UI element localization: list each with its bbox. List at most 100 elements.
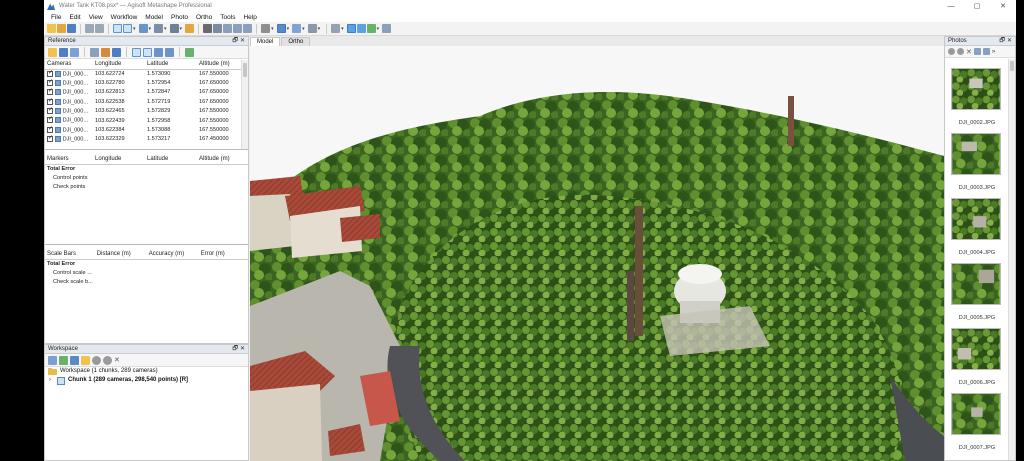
camera-checkbox[interactable] bbox=[47, 97, 53, 105]
camera-checkbox[interactable] bbox=[47, 106, 53, 115]
cameras-dropdown-icon[interactable]: ▾ bbox=[341, 26, 344, 32]
chunk-item[interactable]: › Chunk 1 (289 cameras, 298,540 points) … bbox=[45, 376, 248, 385]
col-latitude[interactable]: Latitude bbox=[145, 60, 197, 69]
point-cloud-dropdown-icon[interactable]: ▾ bbox=[271, 26, 274, 32]
region-dropdown-icon[interactable]: ▾ bbox=[377, 26, 380, 32]
expand-arrow-icon[interactable]: › bbox=[49, 376, 57, 385]
optimize-cameras-icon[interactable] bbox=[90, 47, 99, 57]
camera-checkbox[interactable] bbox=[47, 78, 53, 86]
col-accuracy[interactable]: Accuracy (m) bbox=[147, 250, 199, 259]
close-panel-icon[interactable]: ✕ bbox=[240, 345, 245, 354]
maximize-button[interactable]: ▢ bbox=[964, 2, 990, 10]
show-markers-icon[interactable] bbox=[346, 24, 356, 33]
filter-icon[interactable] bbox=[185, 47, 194, 57]
menu-tools[interactable]: Tools bbox=[216, 14, 239, 21]
col-cameras[interactable]: Cameras bbox=[45, 60, 93, 69]
photos-scrollbar[interactable] bbox=[1008, 59, 1015, 460]
menu-model[interactable]: Model bbox=[141, 14, 167, 21]
new-project-icon[interactable] bbox=[47, 24, 56, 33]
col-markers[interactable]: Markers bbox=[45, 155, 93, 164]
add-chunk-icon[interactable] bbox=[48, 355, 57, 365]
photo-thumbnail[interactable]: DJI_0003.JPG bbox=[951, 133, 1003, 191]
menu-help[interactable]: Help bbox=[239, 14, 260, 21]
rectangle-selection-icon[interactable] bbox=[123, 24, 132, 33]
enable-icon[interactable] bbox=[92, 355, 101, 365]
add-folder-icon[interactable] bbox=[70, 355, 79, 365]
camera-checkbox[interactable] bbox=[47, 125, 53, 133]
tab-ortho[interactable]: Ortho bbox=[281, 37, 311, 46]
draw-shape-icon[interactable] bbox=[185, 24, 195, 33]
undock-icon[interactable]: 🗗 bbox=[232, 345, 238, 354]
enable-camera-icon[interactable] bbox=[948, 48, 955, 55]
col-marker-altitude[interactable]: Altitude (m) bbox=[197, 155, 248, 164]
import-reference-icon[interactable] bbox=[48, 47, 57, 57]
open-project-icon[interactable] bbox=[57, 24, 66, 33]
crop-selection-icon[interactable] bbox=[213, 24, 223, 33]
col-longitude[interactable]: Longitude bbox=[93, 60, 145, 69]
tab-model[interactable]: Model bbox=[250, 37, 281, 46]
table-row[interactable]: DJI_000... 103.622465 1.572829 167.55000… bbox=[45, 106, 248, 116]
delete-selection-icon[interactable] bbox=[203, 24, 213, 33]
zoom-in-icon[interactable] bbox=[223, 24, 233, 33]
photo-thumbnail[interactable]: DJI_0002.JPG bbox=[951, 68, 1003, 126]
cameras-scrollbar[interactable] bbox=[241, 60, 248, 149]
edit-reference-icon[interactable] bbox=[101, 47, 110, 57]
camera-checkbox[interactable] bbox=[47, 69, 53, 77]
redo-icon[interactable] bbox=[95, 24, 104, 33]
point-cloud-icon[interactable] bbox=[261, 24, 271, 33]
close-panel-icon[interactable]: ✕ bbox=[240, 37, 245, 46]
menu-photo[interactable]: Photo bbox=[167, 14, 192, 21]
table-row[interactable]: DJI_000... 103.622724 1.573090 167.55000… bbox=[45, 69, 248, 78]
photo-thumbnail[interactable]: DJI_0006.JPG bbox=[951, 328, 1003, 386]
table-row[interactable]: DJI_000... 103.622538 1.572719 167.65000… bbox=[45, 97, 248, 106]
move-object-icon[interactable] bbox=[138, 24, 148, 33]
minimize-button[interactable]: — bbox=[938, 3, 964, 10]
rotate-object-icon[interactable] bbox=[154, 24, 164, 33]
more-options-icon[interactable]: » bbox=[992, 49, 995, 55]
update-transform-icon[interactable] bbox=[112, 47, 121, 57]
reset-view-icon[interactable] bbox=[243, 24, 253, 33]
close-button[interactable]: ✕ bbox=[990, 2, 1016, 10]
close-panel-icon[interactable]: ✕ bbox=[1007, 37, 1012, 46]
save-project-icon[interactable] bbox=[67, 24, 76, 33]
show-cameras-icon[interactable] bbox=[331, 24, 341, 33]
dense-cloud-icon[interactable] bbox=[276, 24, 286, 33]
tiled-model-icon[interactable] bbox=[307, 24, 317, 33]
show-shapes-icon[interactable] bbox=[356, 24, 366, 33]
rotate-dropdown-icon[interactable]: ▾ bbox=[164, 26, 167, 32]
table-row[interactable]: Control scale ... bbox=[45, 268, 248, 277]
camera-checkbox[interactable] bbox=[47, 87, 53, 96]
camera-checkbox[interactable] bbox=[47, 115, 53, 124]
photos-scroll-thumb[interactable] bbox=[1010, 61, 1014, 71]
workspace-root[interactable]: Workspace (1 chunks, 289 cameras) bbox=[45, 367, 248, 376]
table-row[interactable]: DJI_000... 103.622780 1.572954 167.65000… bbox=[45, 78, 248, 87]
ruler-dropdown-icon[interactable]: ▾ bbox=[180, 26, 183, 32]
table-row[interactable]: Check scale b... bbox=[45, 278, 248, 287]
zoom-out-icon[interactable] bbox=[233, 24, 243, 33]
model-dropdown-icon[interactable]: ▾ bbox=[302, 26, 305, 32]
model-viewport[interactable] bbox=[250, 46, 944, 461]
dense-point-cloud-scene[interactable] bbox=[250, 46, 944, 461]
col-error[interactable]: Error (m) bbox=[199, 250, 248, 259]
convert-reference-icon[interactable] bbox=[70, 47, 79, 57]
menu-edit[interactable]: Edit bbox=[65, 14, 84, 21]
show-region-icon[interactable] bbox=[366, 24, 376, 33]
menu-view[interactable]: View bbox=[85, 14, 107, 21]
undock-icon[interactable]: 🗗 bbox=[999, 37, 1005, 46]
col-marker-latitude[interactable]: Latitude bbox=[145, 155, 197, 164]
table-row[interactable]: DJI_000... 103.622329 1.573217 167.45000… bbox=[45, 134, 248, 144]
view-source-icon[interactable] bbox=[132, 47, 141, 57]
reference-settings-icon[interactable] bbox=[165, 47, 174, 57]
model-shaded-icon[interactable] bbox=[292, 24, 302, 33]
add-photos-icon[interactable] bbox=[59, 355, 68, 365]
menu-workflow[interactable]: Workflow bbox=[107, 14, 142, 21]
col-marker-longitude[interactable]: Longitude bbox=[93, 155, 145, 164]
photo-thumbnail[interactable]: DJI_0004.JPG bbox=[951, 198, 1003, 256]
remove-camera-icon[interactable]: ✕ bbox=[966, 48, 972, 56]
export-reference-icon[interactable] bbox=[59, 47, 68, 57]
dense-cloud-dropdown-icon[interactable]: ▾ bbox=[287, 26, 290, 32]
table-row[interactable]: Check points bbox=[45, 183, 248, 192]
table-row[interactable]: Control points bbox=[45, 173, 248, 182]
disable-camera-icon[interactable] bbox=[957, 48, 964, 55]
col-scale-bars[interactable]: Scale Bars bbox=[45, 250, 95, 259]
